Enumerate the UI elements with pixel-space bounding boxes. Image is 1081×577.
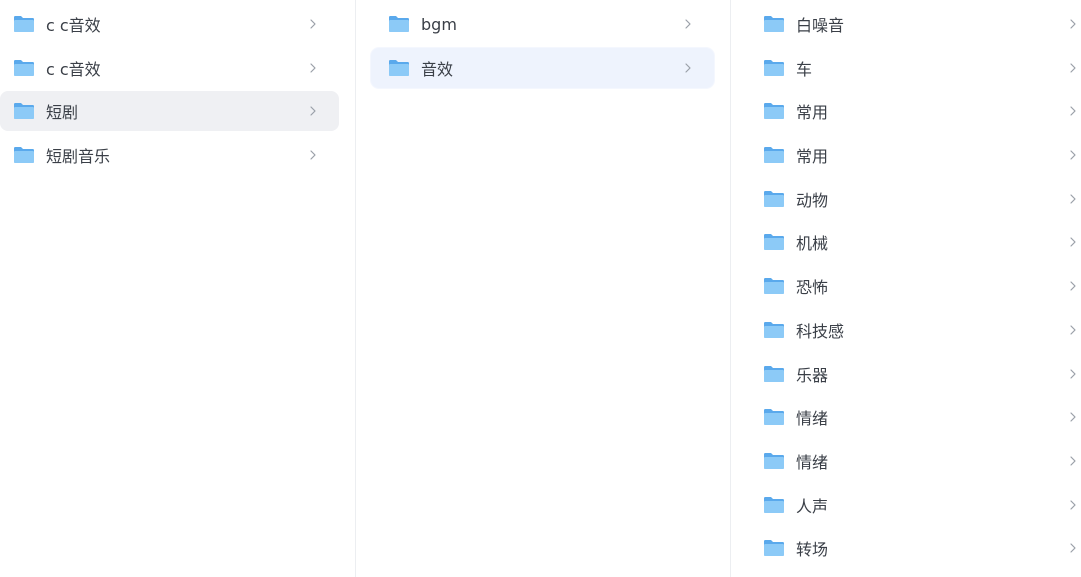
folder-label: 短剧 (46, 103, 79, 123)
chevron-right-icon (1070, 106, 1076, 116)
folder-row-animals[interactable]: 动物 (746, 179, 1081, 219)
folder-row-car[interactable]: 车 (746, 48, 1081, 88)
folder-icon (764, 103, 784, 120)
folder-icon (764, 190, 784, 207)
chevron-right-icon (1070, 412, 1076, 422)
folder-label: 科技感 (796, 321, 845, 341)
folder-row-common-1[interactable]: 常用 (746, 91, 1081, 131)
column-1: c c音效 c c音效 短剧 短剧音乐 (0, 0, 356, 577)
folder-label: c c音效 (46, 16, 101, 35)
chevron-right-icon (1070, 19, 1076, 29)
folder-row-common-2[interactable]: 常用 (746, 135, 1081, 175)
folder-label: 车 (796, 59, 813, 79)
folder-label: 机械 (796, 234, 829, 254)
folder-row-cc-sfx-2[interactable]: c c音效 (0, 48, 339, 88)
folder-icon (764, 234, 784, 251)
folder-row-bgm[interactable]: bgm (371, 4, 714, 44)
folder-row-voice[interactable]: 人声 (746, 485, 1081, 525)
folder-label: 白噪音 (796, 16, 845, 35)
folder-icon (14, 59, 34, 76)
folder-row-sfx[interactable]: 音效 (371, 47, 714, 88)
folder-label: 恐怖 (796, 278, 829, 298)
folder-row-short-drama-music[interactable]: 短剧音乐 (0, 135, 339, 175)
folder-label: 情绪 (796, 409, 829, 429)
folder-row-machinery[interactable]: 机械 (746, 222, 1081, 262)
folder-label: 动物 (796, 190, 829, 210)
folder-label: 人声 (796, 496, 829, 516)
folder-icon (764, 409, 784, 426)
folder-icon (764, 365, 784, 382)
folder-label: 常用 (796, 147, 829, 167)
folder-icon (389, 16, 409, 32)
folder-row-white-noise[interactable]: 白噪音 (746, 4, 1081, 44)
column-3: 白噪音 车 常用 常用 动物 机械 恐怖 科技感 乐器 情绪 情绪 人声 转场 (731, 0, 1081, 577)
folder-icon (764, 59, 784, 76)
folder-icon (14, 147, 34, 164)
folder-row-short-drama[interactable]: 短剧 (0, 91, 339, 132)
chevron-right-icon (310, 19, 316, 29)
chevron-right-icon (685, 19, 691, 29)
folder-icon (764, 540, 784, 557)
chevron-right-icon (1070, 63, 1076, 73)
folder-label: 乐器 (796, 365, 829, 385)
chevron-right-icon (310, 63, 316, 73)
chevron-right-icon (1070, 325, 1076, 335)
chevron-right-icon (1070, 543, 1076, 553)
chevron-right-icon (685, 63, 691, 73)
chevron-right-icon (310, 150, 316, 160)
folder-label: 短剧音乐 (46, 147, 111, 167)
chevron-right-icon (1070, 456, 1076, 466)
chevron-right-icon (1070, 281, 1076, 291)
folder-icon (764, 147, 784, 164)
folder-row-instruments[interactable]: 乐器 (746, 354, 1081, 394)
column-browser: c c音效 c c音效 短剧 短剧音乐 bgm 音效 白噪音 车 常用 常用 动… (0, 0, 1081, 577)
folder-label: 常用 (796, 103, 829, 123)
column-2: bgm 音效 (356, 0, 731, 577)
folder-icon (764, 496, 784, 513)
chevron-right-icon (310, 106, 316, 116)
folder-icon (14, 103, 34, 120)
folder-icon (764, 321, 784, 338)
folder-row-cc-sfx-1[interactable]: c c音效 (0, 4, 339, 44)
folder-icon (389, 59, 409, 76)
folder-icon (764, 16, 784, 32)
folder-row-horror[interactable]: 恐怖 (746, 266, 1081, 306)
folder-icon (764, 278, 784, 295)
folder-row-tech[interactable]: 科技感 (746, 310, 1081, 350)
folder-row-emotion-2[interactable]: 情绪 (746, 441, 1081, 481)
chevron-right-icon (1070, 499, 1076, 510)
chevron-right-icon (1070, 368, 1076, 379)
folder-row-transition[interactable]: 转场 (746, 528, 1081, 568)
chevron-right-icon (1070, 150, 1076, 160)
folder-label: c c音效 (46, 59, 101, 79)
folder-row-emotion-1[interactable]: 情绪 (746, 397, 1081, 437)
folder-label: 音效 (421, 59, 454, 79)
folder-label: bgm (421, 14, 457, 34)
folder-icon (14, 16, 34, 32)
folder-label: 转场 (796, 540, 829, 560)
folder-icon (764, 452, 784, 469)
folder-label: 情绪 (796, 452, 829, 472)
chevron-right-icon (1070, 237, 1076, 248)
chevron-right-icon (1070, 194, 1076, 204)
